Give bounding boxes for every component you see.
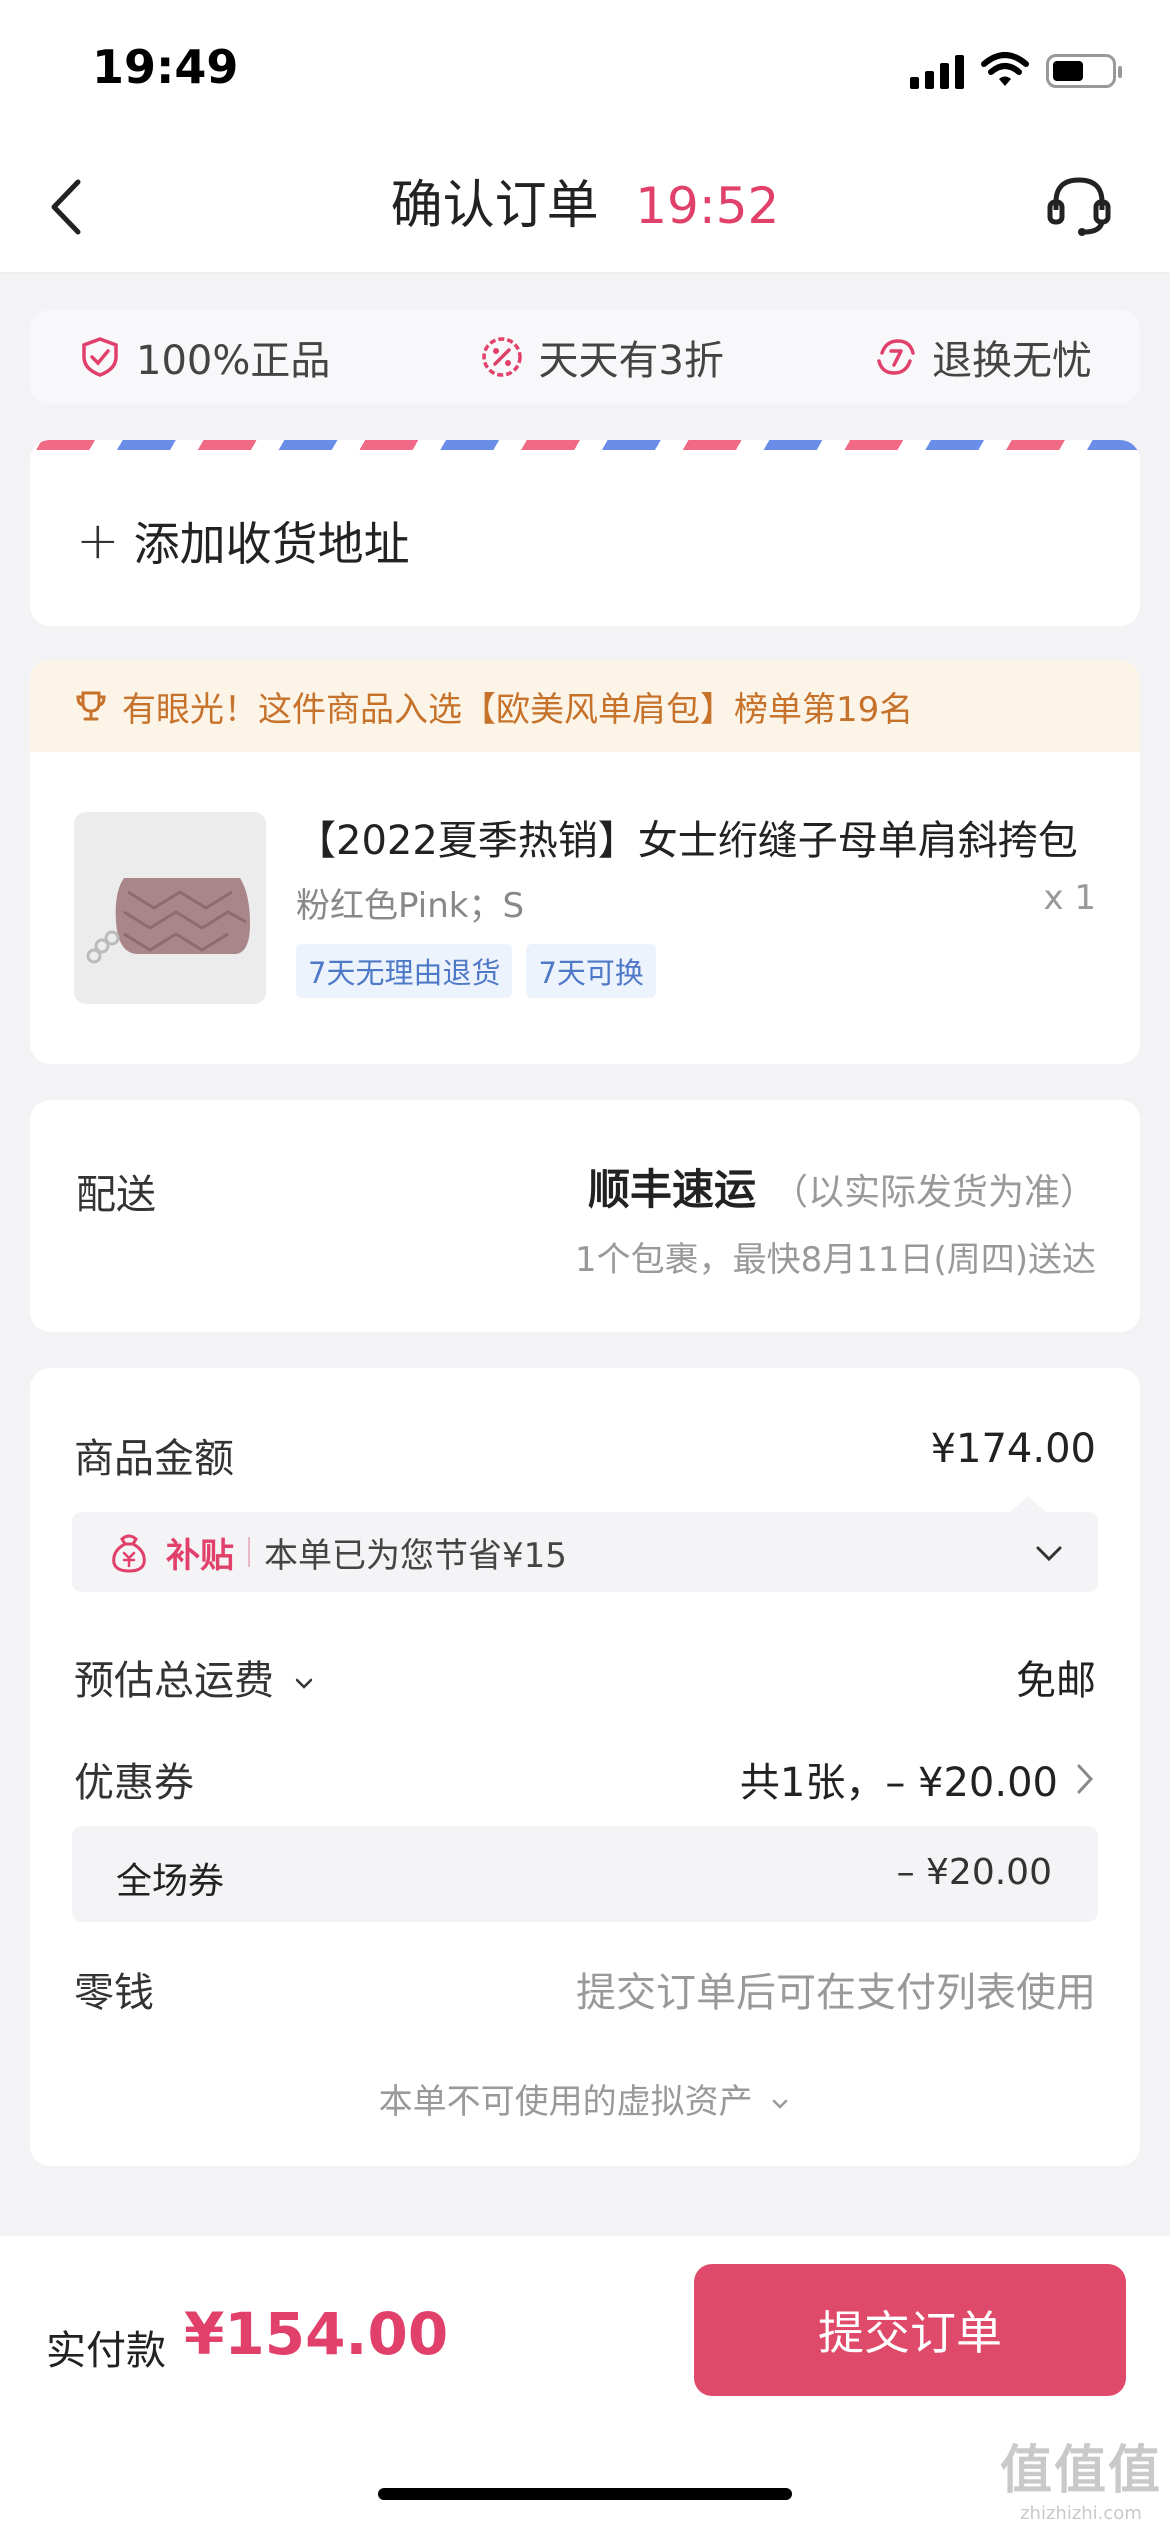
page-title: 确认订单 <box>390 176 599 236</box>
subsidy-tag: 补贴 <box>166 1535 234 1576</box>
return-7-icon <box>877 339 915 375</box>
delivery-label: 配送 <box>76 1172 156 1218</box>
guarantee-strip: 100%正品 天天有3折 退换无忧 <box>30 310 1140 404</box>
price-details-card: 商品金额 ¥174.00 补贴 本单已为您节省¥15 预估总运费 免邮 优惠券 … <box>30 1368 1140 2166</box>
virtual-assets-label: 本单不可使用的虚拟资产 <box>378 2082 753 2122</box>
customer-service-icon[interactable] <box>1044 170 1114 240</box>
guarantee-label: 天天有3折 <box>538 338 724 384</box>
plus-icon: + <box>76 511 120 571</box>
nav-bar: 确认订单 19:52 <box>0 140 1170 274</box>
subsidy-row[interactable]: 补贴 本单已为您节省¥15 <box>72 1496 1098 1592</box>
coupon-item-name: 全场券 <box>116 1861 225 1902</box>
submit-order-button[interactable]: 提交订单 <box>694 2264 1126 2396</box>
coupon-summary: 共1张，– ¥20.00 <box>739 1760 1058 1806</box>
watermark-url: zhizhizhi.com <box>1020 2503 1142 2524</box>
goods-amount-label: 商品金额 <box>74 1436 234 1482</box>
delivery-eta: 1个包裹，最快8月11日(周四)送达 <box>574 1240 1096 1280</box>
rank-banner-text: 有眼光！这件商品入选【欧美风单肩包】榜单第19名 <box>122 689 914 730</box>
chevron-down-icon <box>295 1678 312 1689</box>
money-bag-icon <box>112 1534 146 1573</box>
goods-amount-value: ¥174.00 <box>930 1426 1096 1472</box>
shipping-value: 免邮 <box>1016 1658 1096 1704</box>
coupon-selector[interactable]: 共1张，– ¥20.00 <box>740 1750 1096 1808</box>
guarantee-label: 退换无忧 <box>932 338 1092 384</box>
service-tag: 7天无理由退货 <box>296 944 513 998</box>
bottom-bar: 实付款 ¥154.00 提交订单 值值值 zhizhizhi.com <box>0 2236 1170 2532</box>
home-indicator[interactable] <box>378 2488 792 2500</box>
guarantee-return: 退换无忧 <box>874 328 1092 386</box>
delivery-method: 顺丰速运 （以实际发货为准） <box>588 1156 1096 1217</box>
trophy-icon <box>76 691 106 721</box>
status-icons <box>910 52 1122 90</box>
airmail-border <box>30 440 1140 450</box>
nav-title-wrap: 确认订单 19:52 <box>0 174 1170 238</box>
shield-check-icon <box>82 337 118 377</box>
discount-icon <box>482 337 523 377</box>
add-address-button[interactable]: + 添加收货地址 <box>76 508 410 574</box>
service-tag: 7天可换 <box>526 944 656 998</box>
delivery-card: 配送 顺丰速运 （以实际发货为准） 1个包裹，最快8月11日(周四)送达 <box>30 1100 1140 1332</box>
product-spec: 粉红色Pink；S <box>296 886 525 926</box>
pay-label: 实付款 <box>46 2328 166 2374</box>
handbag-image <box>74 812 266 1004</box>
guarantee-discount: 天天有3折 <box>480 328 724 386</box>
watermark: 值值值 zhizhizhi.com <box>1000 2428 1162 2524</box>
product-tags: 7天无理由退货 7天可换 <box>296 944 656 998</box>
subsidy-text: 本单已为您节省¥15 <box>264 1535 567 1576</box>
rank-banner[interactable]: 有眼光！这件商品入选【欧美风单肩包】榜单第19名 <box>30 660 1140 752</box>
chevron-down-icon <box>1036 1546 1062 1562</box>
battery-icon <box>1046 54 1122 88</box>
product-quantity: x 1 <box>1043 878 1096 918</box>
coupon-item-amount: – ¥20.00 <box>896 1852 1052 1893</box>
coupon-label: 优惠券 <box>74 1760 194 1806</box>
chevron-down-icon <box>773 2099 788 2109</box>
add-address-label: 添加收货地址 <box>133 517 410 571</box>
product-title[interactable]: 【2022夏季热销】女士绗缝子母单肩斜挎包 <box>296 808 1096 866</box>
guarantee-label: 100%正品 <box>136 338 331 384</box>
shipping-row[interactable]: 预估总运费 <box>74 1648 315 1706</box>
guarantee-authentic: 100%正品 <box>78 328 330 386</box>
change-label: 零钱 <box>74 1970 154 2016</box>
shipping-label: 预估总运费 <box>74 1658 274 1704</box>
status-bar: 19:49 <box>0 0 1170 140</box>
countdown-timer: 19:52 <box>635 177 780 235</box>
watermark-logo: 值值值 <box>999 2441 1162 2501</box>
divider <box>248 1537 250 1567</box>
chevron-right-icon <box>1077 1764 1094 1794</box>
change-value: 提交订单后可在支付列表使用 <box>576 1970 1096 2016</box>
product-image[interactable] <box>74 812 266 1004</box>
address-card[interactable]: + 添加收货地址 <box>30 440 1140 626</box>
product-card: 有眼光！这件商品入选【欧美风单肩包】榜单第19名 【2022夏季热销】女士绗缝子… <box>30 660 1140 1064</box>
delivery-carrier: 顺丰速运 <box>587 1165 756 1214</box>
wifi-icon <box>981 52 1029 86</box>
delivery-note: （以实际发货为准） <box>771 1172 1096 1213</box>
coupon-item: 全场券 – ¥20.00 <box>72 1826 1098 1922</box>
pay-amount: ¥154.00 <box>184 2300 449 2368</box>
virtual-assets-toggle[interactable]: 本单不可使用的虚拟资产 <box>30 2074 1140 2123</box>
signal-icon <box>910 53 964 89</box>
status-time: 19:49 <box>92 40 239 94</box>
